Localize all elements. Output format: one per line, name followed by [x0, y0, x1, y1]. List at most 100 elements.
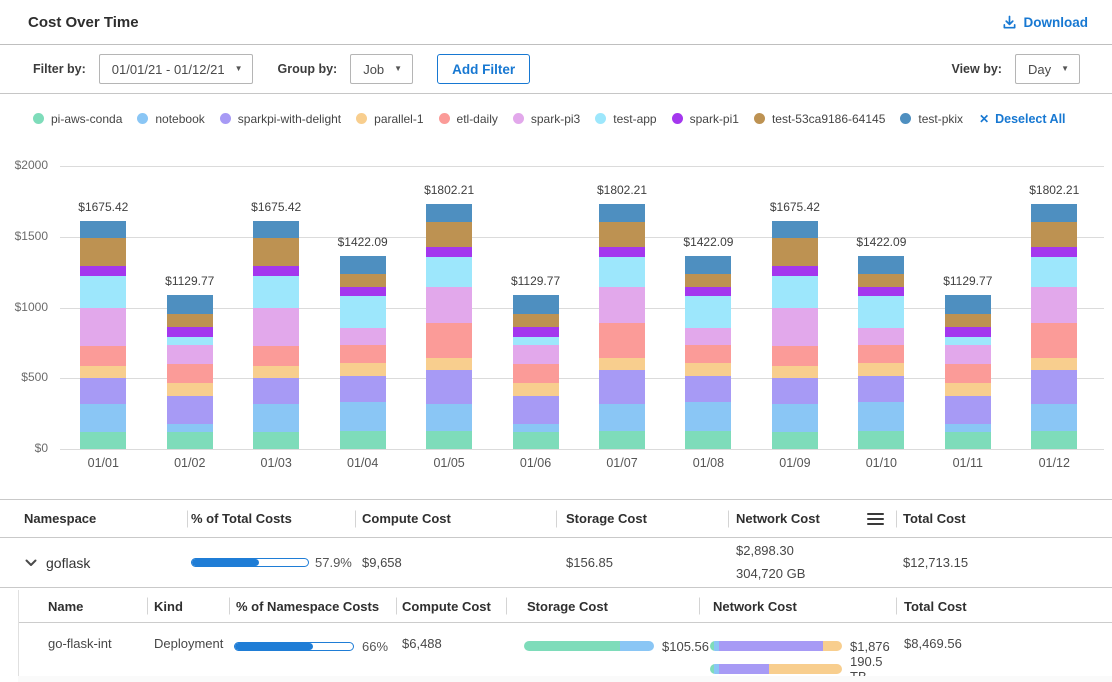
- bar-total-label: $1675.42: [231, 200, 321, 214]
- legend-dot: [220, 113, 231, 124]
- bar-segment-pi-aws-conda: [1031, 431, 1077, 449]
- legend-item-sparkpi-with-delight[interactable]: sparkpi-with-delight: [220, 112, 341, 126]
- stacked-bar-01/05[interactable]: [426, 204, 472, 449]
- bar-segment-test-app: [599, 257, 645, 287]
- deselect-all-button[interactable]: ✕ Deselect All: [979, 112, 1065, 126]
- legend-dot: [137, 113, 148, 124]
- bar-segment-spark-pi3: [685, 328, 731, 345]
- bar-segment-spark-pi3: [513, 345, 559, 364]
- bar-segment-pi-aws-conda: [945, 432, 991, 449]
- namespace-row-goflask[interactable]: goflask 57.9% $9,658 $156.85 $2,898.30 3…: [0, 538, 1112, 588]
- bar-segment-etl-daily: [426, 323, 472, 358]
- minibar-segment: [823, 641, 841, 651]
- bar-segment-notebook: [945, 424, 991, 433]
- legend-item-etl-daily[interactable]: etl-daily: [439, 112, 498, 126]
- group-by-value: Job: [363, 62, 384, 77]
- x-axis-tick-label: 01/03: [236, 456, 316, 470]
- date-range-select[interactable]: 01/01/21 - 01/12/21 ▼: [99, 54, 254, 84]
- legend-item-parallel-1[interactable]: parallel-1: [356, 112, 423, 126]
- bar-segment-etl-daily: [599, 323, 645, 358]
- storage-cost-value: $156.85: [556, 555, 728, 570]
- table-bottom-strip: [18, 676, 1112, 682]
- bar-segment-test-app: [340, 296, 386, 328]
- legend-item-notebook[interactable]: notebook: [137, 112, 204, 126]
- bar-segment-etl-daily: [80, 346, 126, 366]
- stacked-bar-01/11[interactable]: [945, 295, 991, 449]
- legend-item-spark-pi3[interactable]: spark-pi3: [513, 112, 580, 126]
- bar-segment-spark-pi1: [253, 266, 299, 276]
- download-button[interactable]: Download: [1002, 15, 1089, 30]
- bar-segment-spark-pi3: [1031, 287, 1077, 323]
- bar-segment-spark-pi3: [167, 345, 213, 364]
- x-axis-tick-label: 01/10: [841, 456, 921, 470]
- stacked-bar-01/01[interactable]: [80, 221, 126, 449]
- bar-segment-test-53ca9186-64145: [772, 238, 818, 266]
- stacked-bar-01/06[interactable]: [513, 295, 559, 449]
- network-usage-bar: [710, 664, 842, 674]
- bar-segment-test-app: [513, 337, 559, 345]
- bar-segment-pi-aws-conda: [858, 431, 904, 449]
- bar-segment-spark-pi1: [340, 287, 386, 296]
- bar-segment-pi-aws-conda: [426, 431, 472, 449]
- bar-segment-test-pkix: [513, 295, 559, 314]
- caret-down-icon: ▼: [235, 65, 243, 73]
- group-by-select[interactable]: Job ▼: [350, 54, 413, 84]
- view-by-value: Day: [1028, 62, 1051, 77]
- bar-segment-etl-daily: [513, 364, 559, 383]
- bar-segment-sparkpi-with-delight: [167, 396, 213, 423]
- chevron-down-icon[interactable]: [25, 559, 37, 567]
- bar-segment-spark-pi1: [426, 247, 472, 257]
- workload-name: go-flask-int: [19, 636, 147, 651]
- page-title: Cost Over Time: [28, 14, 139, 31]
- legend-label: parallel-1: [374, 112, 423, 126]
- bar-segment-test-pkix: [167, 295, 213, 314]
- bar-segment-test-app: [426, 257, 472, 287]
- col-compute-cost: Compute Cost: [396, 599, 506, 614]
- download-label: Download: [1024, 15, 1089, 30]
- add-filter-button[interactable]: Add Filter: [437, 54, 530, 84]
- col-pct-namespace-costs: % of Namespace Costs: [229, 599, 396, 614]
- namespace-name: goflask: [46, 555, 90, 571]
- bar-segment-notebook: [858, 402, 904, 430]
- legend-item-test-53ca9186-64145[interactable]: test-53ca9186-64145: [754, 112, 885, 126]
- caret-down-icon: ▼: [1061, 65, 1069, 73]
- x-axis-tick-label: 01/12: [1014, 456, 1094, 470]
- stacked-bar-01/02[interactable]: [167, 295, 213, 449]
- cost-over-time-page: Cost Over Time Download Filter by: 01/01…: [0, 0, 1112, 682]
- y-axis-tick-label: $1500: [0, 229, 48, 243]
- y-axis-tick-label: $0: [0, 441, 48, 455]
- stacked-bar-01/08[interactable]: [685, 256, 731, 449]
- bar-total-label: $1802.21: [404, 183, 494, 197]
- network-usage-value: 304,720 GB: [736, 563, 896, 586]
- stacked-bar-01/10[interactable]: [858, 256, 904, 449]
- legend-item-test-pkix[interactable]: test-pkix: [900, 112, 963, 126]
- bar-segment-pi-aws-conda: [253, 432, 299, 449]
- stacked-bar-01/03[interactable]: [253, 221, 299, 449]
- workload-total-cost: $8,469.56: [896, 636, 1112, 651]
- workload-row-go-flask-int[interactable]: go-flask-int Deployment 66% $6,488 $105.…: [19, 623, 1112, 682]
- stacked-bar-01/07[interactable]: [599, 204, 645, 449]
- legend-item-spark-pi1[interactable]: spark-pi1: [672, 112, 739, 126]
- group-by-label: Group by:: [277, 62, 337, 76]
- stacked-bar-01/04[interactable]: [340, 256, 386, 449]
- col-kind: Kind: [147, 599, 229, 614]
- bar-segment-parallel-1: [858, 363, 904, 376]
- bar-total-label: $1802.21: [1009, 183, 1099, 197]
- bar-segment-spark-pi1: [167, 327, 213, 337]
- bar-segment-test-53ca9186-64145: [340, 274, 386, 287]
- pct-total-progress: [191, 558, 309, 567]
- bar-segment-test-pkix: [858, 256, 904, 274]
- view-by-select[interactable]: Day ▼: [1015, 54, 1080, 84]
- bar-segment-test-53ca9186-64145: [253, 238, 299, 266]
- bar-segment-pi-aws-conda: [80, 432, 126, 449]
- col-total-cost: Total Cost: [896, 599, 1112, 614]
- legend-item-test-app[interactable]: test-app: [595, 112, 656, 126]
- namespace-name-cell: goflask: [0, 555, 187, 571]
- bar-segment-parallel-1: [426, 358, 472, 370]
- menu-icon[interactable]: [867, 513, 884, 525]
- stacked-bar-01/12[interactable]: [1031, 204, 1077, 449]
- bar-segment-etl-daily: [858, 345, 904, 362]
- stacked-bar-01/09[interactable]: [772, 221, 818, 449]
- total-cost-value: $12,713.15: [896, 555, 1112, 570]
- legend-item-pi-aws-conda[interactable]: pi-aws-conda: [33, 112, 122, 126]
